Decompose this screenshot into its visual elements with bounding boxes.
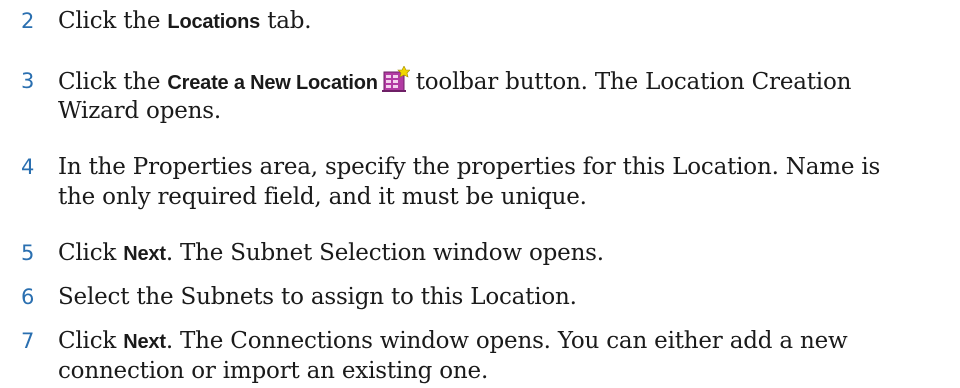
step-text: Select the Subnets to assign to this Loc… [58,284,577,310]
step-text: Click Next. The Connections window opens… [58,326,958,357]
step-text: Click the Locations tab. [58,6,958,37]
step-number: 7 [21,329,35,353]
step-text: Click Next. The Subnet Selection window … [58,238,958,269]
ui-label-next: Next [123,243,166,265]
step-text-pre: Click the [58,69,168,95]
step-text: In the Properties area, specify the prop… [58,154,881,180]
step-number: 5 [21,241,35,265]
ui-label-locations: Locations [167,11,261,33]
step-text-post: . The Subnet Selection window opens. [165,240,604,266]
step-text-pre: Click [58,240,124,266]
step-number: 3 [21,69,35,93]
step-text-pre: Click [58,328,124,354]
ui-label-create-location: Create a New Location [167,72,378,94]
step-text: Click the Create a New Location toolbar … [58,66,958,98]
step-number: 4 [21,155,35,179]
step-text-post: toolbar button. The Location Creation [415,69,852,95]
create-location-icon [381,66,410,92]
ui-label-next: Next [123,331,166,353]
step-text-pre: Click the [58,8,168,34]
step-text-line2: Wizard opens. [58,98,221,124]
step-text-line2: connection or import an existing one. [58,358,489,384]
step-number: 2 [21,9,35,33]
step-text-line2: the only required field, and it must be … [58,184,587,210]
step-number: 6 [21,285,35,309]
step-text-post: tab. [260,8,312,34]
step-text-post: . The Connections window opens. You can … [165,328,848,354]
